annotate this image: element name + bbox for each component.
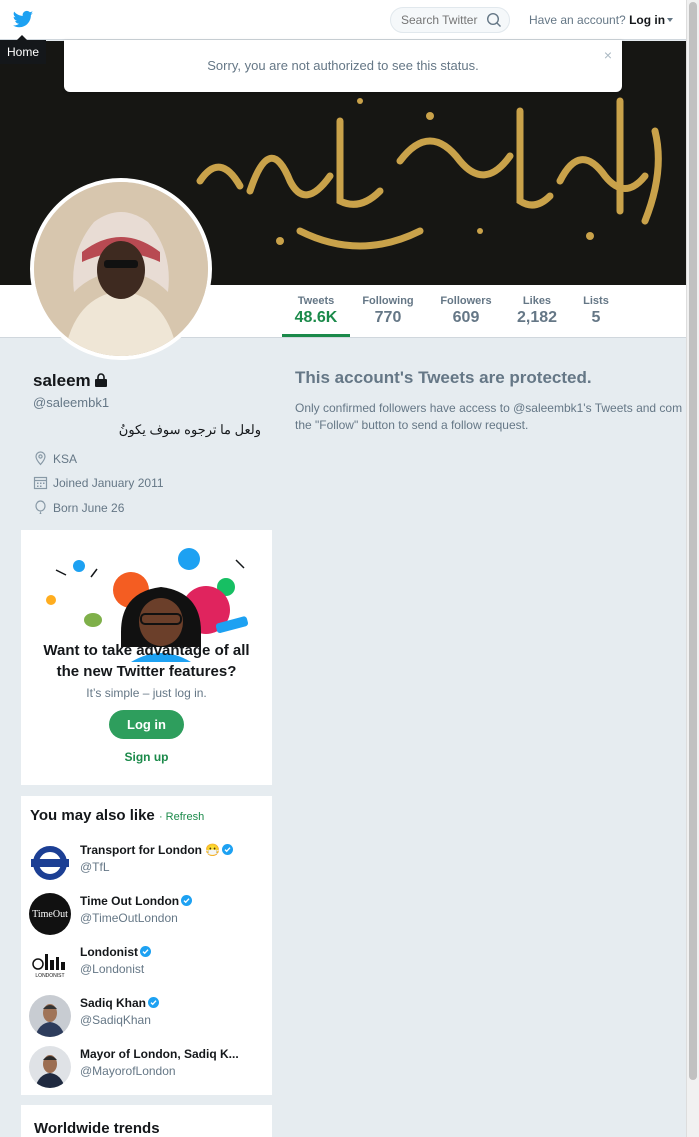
trends-card: Worldwide trends xyxy=(21,1105,272,1137)
suggested-account[interactable]: Mayor of London, Sadiq K... @MayorofLond… xyxy=(29,1046,269,1090)
account-avatar[interactable]: LONDONIST xyxy=(29,944,71,986)
alert-banner: Sorry, you are not authorized to see thi… xyxy=(64,40,622,92)
protected-title: This account's Tweets are protected. xyxy=(295,368,592,387)
have-account-text: Have an account? xyxy=(529,13,626,27)
scrollbar-thumb[interactable] xyxy=(689,2,697,1080)
account-name[interactable]: Transport for London 😷 xyxy=(80,843,255,857)
timeout-logo-icon: TimeOut xyxy=(29,893,71,935)
location-text: KSA xyxy=(53,451,78,466)
account-handle: @Londonist xyxy=(80,962,145,976)
page-scrollbar[interactable] xyxy=(686,0,699,1137)
stat-value: 770 xyxy=(374,309,402,326)
suggested-account[interactable]: LONDONIST Londonist @Londonist xyxy=(29,944,269,988)
verified-badge-icon xyxy=(139,946,151,957)
promo-subtext: It’s simple – just log in. xyxy=(86,686,207,700)
alert-message: Sorry, you are not authorized to see thi… xyxy=(207,58,479,73)
account-name[interactable]: Mayor of London, Sadiq K... xyxy=(80,1047,255,1061)
suggested-account[interactable]: Sadiq Khan @SadiqKhan xyxy=(29,995,269,1039)
stat-following[interactable]: Following 770 xyxy=(358,295,418,327)
stat-label: Tweets xyxy=(297,295,335,307)
account-avatar[interactable] xyxy=(29,842,71,884)
suggested-account[interactable]: TimeOut Time Out London @TimeOutLondon xyxy=(29,893,269,937)
profile-bio: ولعل ما ترجوه سوف يكونُ xyxy=(118,422,261,437)
born-text: Born June 26 xyxy=(53,500,125,515)
promo-heading: Want to take advantage of all the new Tw… xyxy=(43,642,250,680)
svg-text:LONDONIST: LONDONIST xyxy=(35,973,64,979)
account-name-text: Transport for London xyxy=(80,843,202,857)
login-promo-card: Want to take advantage of all the new Tw… xyxy=(21,530,272,785)
lock-icon xyxy=(94,373,107,387)
active-tab-indicator xyxy=(282,334,350,337)
account-avatar[interactable] xyxy=(29,995,71,1037)
balloon-icon xyxy=(35,500,46,514)
tfl-roundel-icon xyxy=(29,842,71,884)
stat-value: 2,182 xyxy=(516,309,558,326)
account-handle: @SadiqKhan xyxy=(80,1013,151,1027)
stat-followers[interactable]: Followers 609 xyxy=(436,295,496,327)
account-name[interactable]: Londonist xyxy=(80,945,255,959)
profile-location: KSA xyxy=(33,451,77,466)
sadiq-khan-photo xyxy=(29,995,71,1037)
profile-name: saleem xyxy=(33,371,108,391)
close-icon[interactable]: × xyxy=(604,48,612,62)
twitter-bird-icon[interactable] xyxy=(12,10,34,30)
stat-value: 5 xyxy=(591,309,601,326)
account-avatar[interactable] xyxy=(29,1046,71,1088)
verified-badge-icon xyxy=(181,895,193,906)
stat-label: Likes xyxy=(522,295,552,307)
profile-joined: Joined January 2011 xyxy=(33,475,164,490)
profile-birthday: Born June 26 xyxy=(33,500,124,515)
stat-label: Following xyxy=(362,295,414,307)
login-button[interactable]: Log in xyxy=(109,710,184,739)
calendar-icon xyxy=(33,476,48,490)
account-avatar[interactable]: TimeOut xyxy=(29,893,71,935)
stat-likes[interactable]: Likes 2,182 xyxy=(512,295,562,327)
search-icon[interactable] xyxy=(486,12,502,28)
login-dropdown[interactable]: Have an account? Log in xyxy=(529,13,674,27)
stat-value: 48.6K xyxy=(294,309,338,326)
stat-label: Lists xyxy=(583,295,609,307)
account-name-text: Londonist xyxy=(80,945,138,959)
profile-avatar[interactable] xyxy=(30,178,212,360)
mask-emoji: 😷 xyxy=(205,843,221,857)
who-to-follow-card: You may also like · Refresh Transport fo… xyxy=(21,796,272,1095)
mayor-photo xyxy=(29,1046,71,1088)
wtf-title: You may also like xyxy=(30,807,155,824)
home-tooltip: Home xyxy=(0,35,46,64)
verified-badge-icon xyxy=(148,997,160,1008)
londonist-logo-icon: LONDONIST xyxy=(29,944,71,986)
svg-text:TimeOut: TimeOut xyxy=(32,909,68,920)
trends-title: Worldwide trends xyxy=(34,1120,160,1137)
account-name[interactable]: Sadiq Khan xyxy=(80,996,255,1010)
chevron-down-icon xyxy=(667,18,674,22)
refresh-link[interactable]: · Refresh xyxy=(159,811,204,823)
account-name[interactable]: Time Out London xyxy=(80,894,255,908)
location-pin-icon xyxy=(35,451,46,466)
stat-lists[interactable]: Lists 5 xyxy=(578,295,614,327)
profile-display-name: saleem xyxy=(33,371,91,390)
account-name-text: Time Out London xyxy=(80,894,180,908)
login-link[interactable]: Log in xyxy=(629,13,665,27)
suggested-account[interactable]: Transport for London 😷 @TfL xyxy=(29,842,269,886)
signup-link[interactable]: Sign up xyxy=(21,750,272,764)
stat-label: Followers xyxy=(440,295,492,307)
top-navigation: Have an account? Log in xyxy=(0,0,686,40)
stat-tweets[interactable]: Tweets 48.6K xyxy=(282,295,350,327)
account-name-text: Mayor of London, Sadiq K... xyxy=(80,1047,239,1061)
wtf-heading: You may also like · Refresh xyxy=(30,807,204,824)
joined-text: Joined January 2011 xyxy=(53,475,164,490)
account-handle: @TimeOutLondon xyxy=(80,911,178,925)
protected-text-line2: the "Follow" button to send a follow req… xyxy=(295,418,529,432)
account-handle: @MayorofLondon xyxy=(80,1064,176,1078)
account-handle: @TfL xyxy=(80,860,110,874)
stat-value: 609 xyxy=(452,309,480,326)
account-name-text: Sadiq Khan xyxy=(80,996,147,1010)
protected-text: Only confirmed followers have access to … xyxy=(295,400,686,434)
protected-text-line1: Only confirmed followers have access to … xyxy=(295,401,683,415)
avatar-photo xyxy=(34,182,208,356)
profile-handle[interactable]: @saleembk1 xyxy=(33,395,109,410)
verified-badge-icon xyxy=(222,844,234,855)
